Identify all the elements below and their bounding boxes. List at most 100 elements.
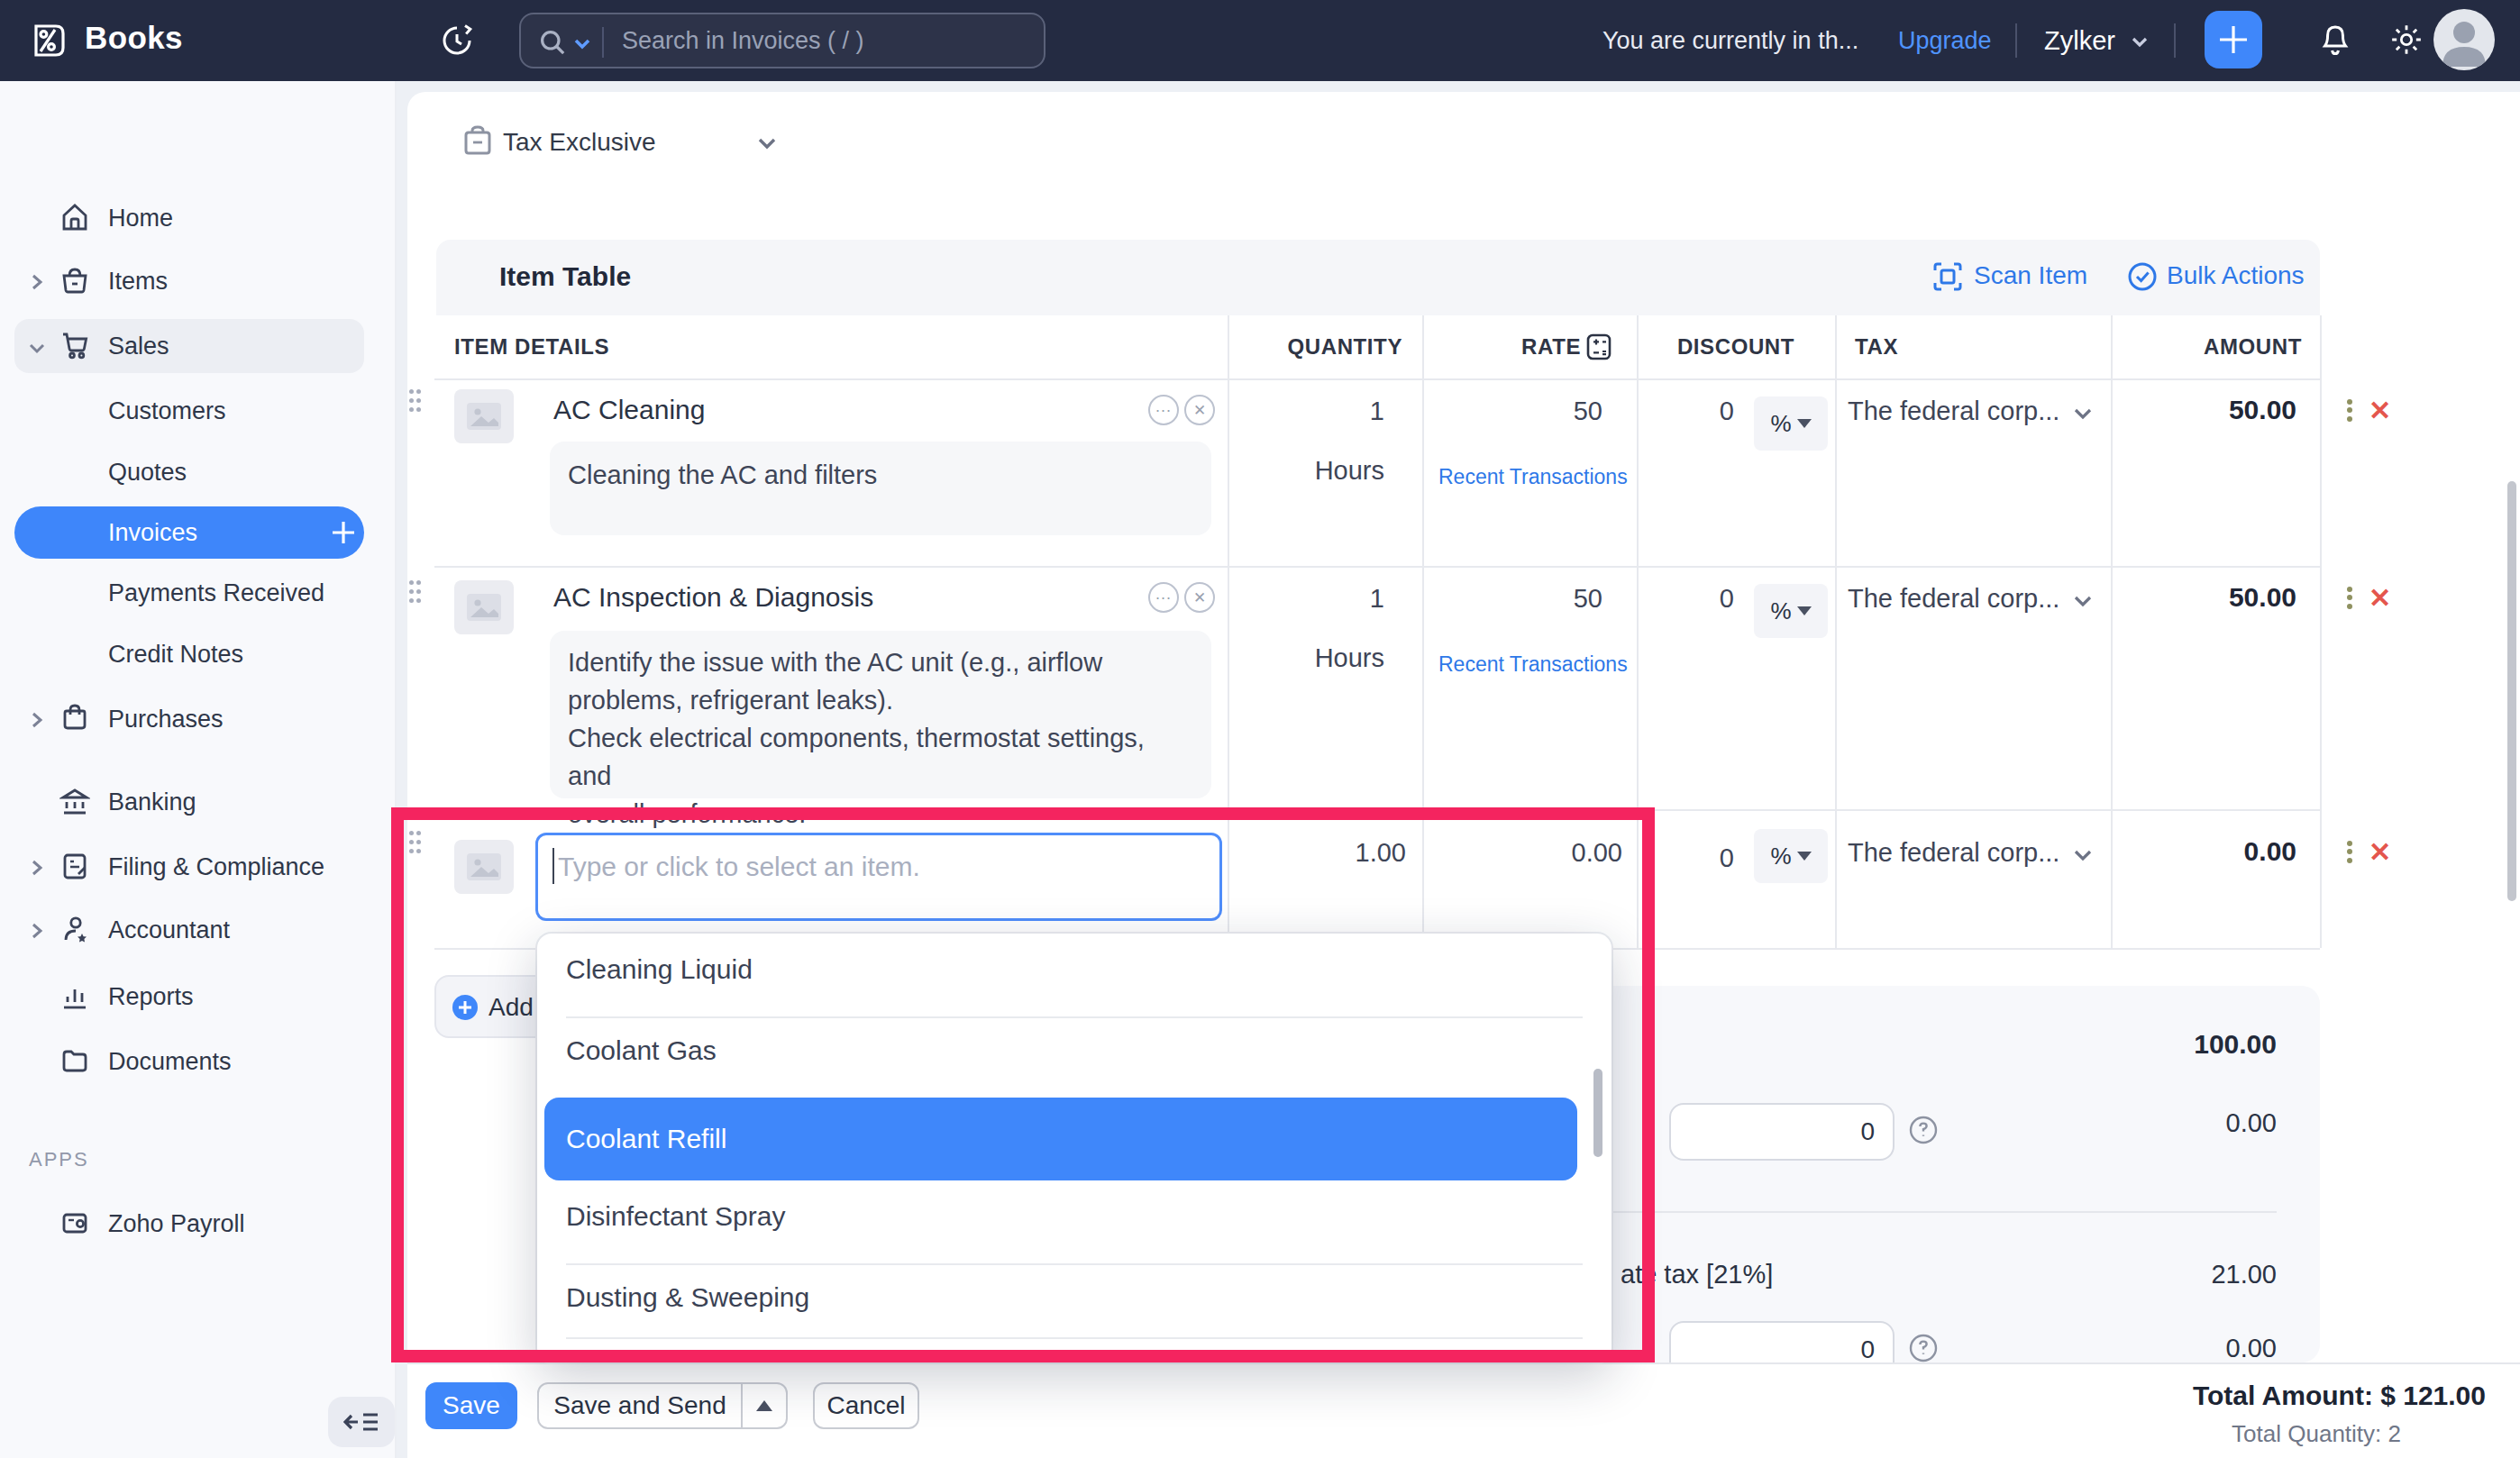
- sidebar-item-sales[interactable]: Sales: [0, 319, 397, 373]
- rate-value[interactable]: 50: [1422, 584, 1602, 614]
- search-input[interactable]: Search in Invoices ( / ): [622, 14, 864, 67]
- discount-value[interactable]: 0: [1637, 396, 1734, 426]
- sidebar-item-zoho-payroll[interactable]: Zoho Payroll: [0, 1197, 397, 1251]
- documents-folder-icon: [59, 1045, 90, 1076]
- sidebar-item-documents[interactable]: Documents: [0, 1034, 397, 1089]
- item-more-icon[interactable]: ...: [1148, 395, 1179, 425]
- row-more-icon[interactable]: [2347, 396, 2352, 424]
- tax-select-value[interactable]: The federal corp...: [1848, 396, 2059, 426]
- tax-select-value[interactable]: The federal corp...: [1848, 838, 2059, 868]
- sidebar-item-quotes[interactable]: Quotes: [0, 445, 397, 499]
- item-name[interactable]: AC Cleaning: [553, 395, 705, 425]
- scan-item-button[interactable]: Scan Item: [1974, 261, 2087, 290]
- discount-unit-select[interactable]: %: [1754, 584, 1828, 638]
- sidebar-item-home[interactable]: Home: [0, 191, 397, 245]
- upgrade-link[interactable]: Upgrade: [1898, 0, 1992, 81]
- chevron-right-icon: [31, 712, 43, 728]
- discount-value[interactable]: 0: [1637, 584, 1734, 614]
- tax-select-value[interactable]: The federal corp...: [1848, 584, 2059, 614]
- user-avatar[interactable]: [2433, 9, 2495, 70]
- discount-unit-select[interactable]: %: [1754, 829, 1828, 883]
- cancel-button[interactable]: Cancel: [813, 1382, 919, 1429]
- recent-history-icon[interactable]: [438, 22, 476, 59]
- total-amount: Total Amount: $ 121.00: [1983, 1381, 2486, 1411]
- row-more-icon[interactable]: [2347, 838, 2352, 866]
- sidebar-item-credit-notes[interactable]: Credit Notes: [0, 627, 397, 681]
- item-clear-icon[interactable]: ✕: [1184, 582, 1215, 613]
- notifications-icon[interactable]: [2318, 23, 2352, 58]
- item-image-placeholder[interactable]: [454, 580, 514, 634]
- tax-select-chevron-icon: [2073, 595, 2093, 609]
- org-chevron-icon: [2131, 36, 2149, 49]
- sidebar-item-invoices[interactable]: Invoices: [0, 506, 397, 560]
- col-header-rate: RATE: [1422, 315, 1581, 378]
- qty-unit: Hours: [1228, 643, 1384, 673]
- chevron-right-icon: [31, 274, 43, 290]
- row-drag-handle[interactable]: [409, 389, 424, 416]
- settings-gear-icon[interactable]: [2388, 22, 2424, 58]
- annotation-highlight-rectangle: [391, 807, 1655, 1362]
- main-scrollbar[interactable]: [2507, 481, 2516, 901]
- row-delete-icon[interactable]: ✕: [2369, 836, 2391, 868]
- row-more-icon[interactable]: [2347, 584, 2352, 612]
- help-icon[interactable]: [1909, 1116, 1938, 1144]
- item-table-bar: Item Table Scan Item Bulk Actions: [436, 240, 2320, 315]
- item-name[interactable]: AC Inspection & Diagnosis: [553, 582, 873, 613]
- item-image-placeholder[interactable]: [454, 389, 514, 443]
- sidebar-item-filing-compliance[interactable]: Filing & Compliance: [0, 840, 397, 894]
- discount-unit-select[interactable]: %: [1754, 396, 1828, 451]
- nav-divider: [2015, 23, 2017, 58]
- qty-value[interactable]: 1: [1228, 396, 1384, 426]
- search-scope-chevron-icon[interactable]: [573, 38, 591, 50]
- recent-transactions-link[interactable]: Recent Transactions: [1438, 652, 1628, 677]
- tax-select-chevron-icon: [2073, 849, 2093, 863]
- tax-total-amount: 21.00: [2073, 1260, 2277, 1289]
- save-and-send-caret-button[interactable]: [741, 1382, 788, 1429]
- bulk-actions-button[interactable]: Bulk Actions: [2167, 261, 2305, 290]
- item-more-icon[interactable]: ...: [1148, 582, 1179, 613]
- adjustment-input[interactable]: 0: [1669, 1103, 1895, 1161]
- org-selector[interactable]: Zylker: [2044, 0, 2115, 81]
- recent-transactions-link[interactable]: Recent Transactions: [1438, 465, 1628, 489]
- sidebar-item-items[interactable]: Items: [0, 254, 397, 308]
- row-delete-icon[interactable]: ✕: [2369, 395, 2391, 426]
- extra-amount: 0.00: [2073, 1334, 2277, 1363]
- qty-value[interactable]: 1: [1228, 584, 1384, 614]
- tax-mode-chevron-icon[interactable]: [757, 137, 777, 151]
- search-bar[interactable]: Search in Invoices ( / ): [519, 13, 1045, 68]
- sidebar-item-accountant[interactable]: Accountant: [0, 903, 397, 957]
- sidebar-item-customers[interactable]: Customers: [0, 384, 397, 438]
- books-logo-icon: [29, 20, 70, 61]
- sidebar-item-purchases[interactable]: Purchases: [0, 692, 397, 746]
- subtotal-value: 100.00: [1983, 1029, 2277, 1060]
- col-header-discount: DISCOUNT: [1637, 315, 1835, 378]
- col-header-item-details: ITEM DETAILS: [454, 315, 609, 378]
- item-description-box[interactable]: Cleaning the AC and filters: [550, 442, 1211, 535]
- col-border: [1835, 315, 1837, 948]
- sidebar-item-reports[interactable]: Reports: [0, 970, 397, 1024]
- help-icon[interactable]: [1909, 1334, 1938, 1362]
- home-icon: [59, 202, 90, 232]
- item-description-box[interactable]: Identify the issue with the AC unit (e.g…: [550, 631, 1211, 798]
- sidebar-item-banking[interactable]: Banking: [0, 775, 397, 829]
- col-header-amount: AMOUNT: [2111, 315, 2302, 378]
- col-header-quantity: QUANTITY: [1228, 315, 1402, 378]
- qty-unit: Hours: [1228, 456, 1384, 486]
- search-icon: [539, 29, 566, 56]
- rate-value[interactable]: 50: [1422, 396, 1602, 426]
- save-and-send-button[interactable]: Save and Send: [537, 1382, 743, 1429]
- tax-mode-value[interactable]: Tax Exclusive: [503, 128, 656, 157]
- reports-chart-icon: [59, 980, 90, 1011]
- sidebar-collapse-button[interactable]: [328, 1397, 395, 1447]
- invoices-add-icon[interactable]: [330, 519, 357, 546]
- sidebar-item-payments-received[interactable]: Payments Received: [0, 566, 397, 620]
- row-delete-icon[interactable]: ✕: [2369, 582, 2391, 614]
- item-clear-icon[interactable]: ✕: [1184, 395, 1215, 425]
- item-table-title: Item Table: [499, 261, 631, 292]
- quick-create-button[interactable]: [2205, 11, 2262, 68]
- rate-calculator-icon[interactable]: [1586, 333, 1612, 360]
- chevron-right-icon: [31, 923, 43, 939]
- row-drag-handle[interactable]: [409, 580, 424, 607]
- apps-section-label: APPS: [29, 1148, 89, 1171]
- save-button[interactable]: Save: [425, 1382, 517, 1429]
